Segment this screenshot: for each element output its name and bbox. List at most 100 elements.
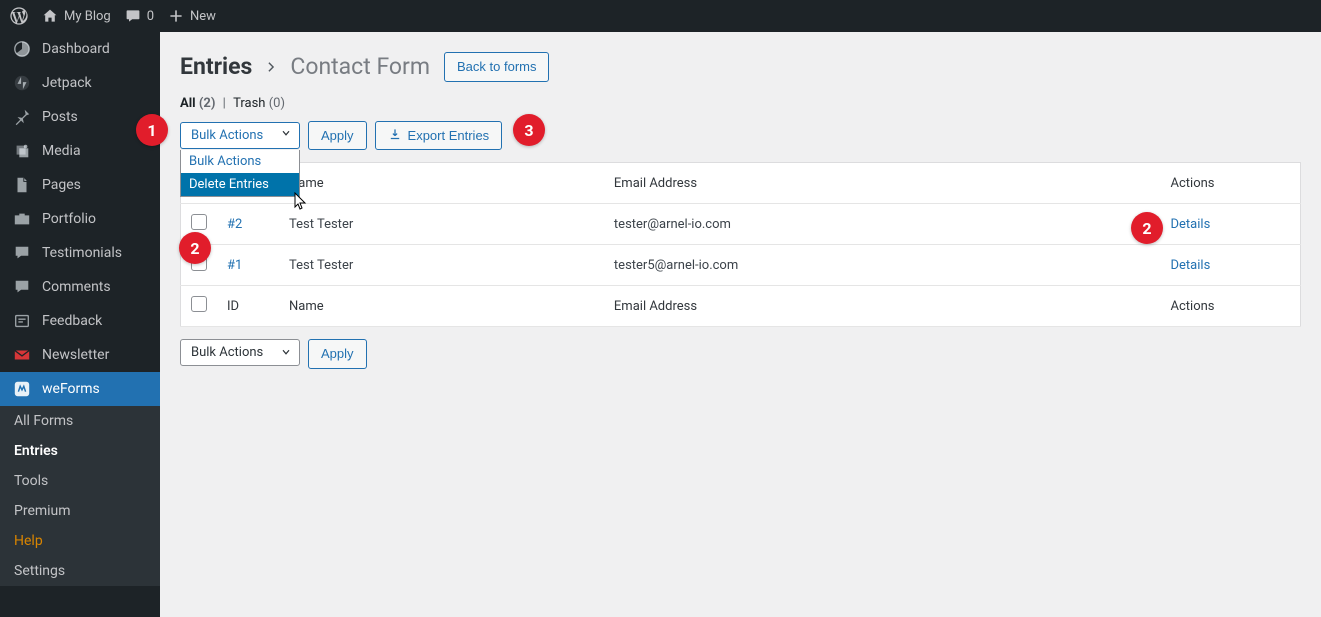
col-email-footer: Email Address	[604, 286, 1161, 327]
sidebar-item-label: Feedback	[42, 313, 102, 329]
portfolio-icon	[12, 210, 32, 228]
comments-count: 0	[147, 9, 154, 24]
export-entries-button[interactable]: Export Entries	[375, 121, 503, 151]
back-to-forms-button[interactable]: Back to forms	[444, 52, 549, 82]
wordpress-icon	[10, 7, 28, 25]
sidebar-item-label: Pages	[42, 177, 81, 193]
sidebar-item-label: Posts	[42, 109, 78, 125]
page-title: Entries Contact Form	[180, 53, 430, 80]
col-name-footer: Name	[279, 286, 604, 327]
dashboard-icon	[12, 40, 32, 58]
home-icon	[42, 8, 58, 24]
filter-all-count: (2)	[199, 96, 216, 111]
submenu-entries[interactable]: Entries	[0, 436, 160, 466]
sidebar-item-feedback[interactable]: Feedback	[0, 304, 160, 338]
site-name: My Blog	[64, 9, 111, 24]
download-icon	[388, 128, 402, 142]
feedback-icon	[12, 312, 32, 330]
newsletter-icon	[12, 346, 32, 364]
bulk-action-value: Bulk Actions	[191, 128, 263, 143]
apply-button-bottom[interactable]: Apply	[308, 339, 367, 369]
sidebar-item-comments[interactable]: Comments	[0, 270, 160, 304]
admin-topbar: My Blog 0 New	[0, 0, 1321, 32]
media-icon	[12, 142, 32, 160]
sidebar-item-label: Jetpack	[42, 75, 92, 91]
table-row: #1 Test Tester tester5@arnel-io.com Deta…	[181, 245, 1301, 286]
filter-trash[interactable]: Trash (0)	[233, 96, 285, 111]
bulk-action-dropdown: Bulk Actions Delete Entries	[180, 150, 300, 197]
chevron-right-icon	[264, 53, 278, 80]
entry-email: tester@arnel-io.com	[604, 204, 1161, 245]
page-icon	[12, 176, 32, 194]
col-id-footer: ID	[217, 286, 279, 327]
admin-sidebar: Dashboard Jetpack Posts Media Pages Port…	[0, 32, 160, 617]
sidebar-item-media[interactable]: Media	[0, 134, 160, 168]
entry-name: Test Tester	[279, 245, 604, 286]
sidebar-item-weforms[interactable]: weForms	[0, 372, 160, 406]
sidebar-item-label: Comments	[42, 279, 111, 295]
col-actions-footer: Actions	[1161, 286, 1301, 327]
submenu-premium[interactable]: Premium	[0, 496, 160, 526]
entry-id-link[interactable]: #2	[227, 217, 242, 232]
details-link[interactable]: Details	[1171, 258, 1211, 273]
submenu-settings[interactable]: Settings	[0, 556, 160, 586]
submenu-help[interactable]: Help	[0, 526, 160, 556]
sidebar-item-testimonials[interactable]: Testimonials	[0, 236, 160, 270]
sidebar-item-jetpack[interactable]: Jetpack	[0, 66, 160, 100]
col-email[interactable]: Email Address	[604, 163, 1161, 204]
select-all-checkbox-footer[interactable]	[191, 296, 207, 312]
weforms-icon	[12, 380, 32, 398]
breadcrumb-entries: Entries	[180, 53, 252, 80]
sidebar-item-label: Portfolio	[42, 211, 96, 227]
row-checkbox[interactable]	[191, 214, 207, 230]
top-actions: Bulk Actions Bulk Actions Delete Entries…	[180, 121, 1301, 151]
jetpack-icon	[12, 74, 32, 92]
annotation-marker-2b: 2	[1131, 212, 1163, 244]
annotation-marker-3: 3	[513, 114, 545, 146]
new-link[interactable]: New	[168, 8, 216, 24]
back-label: Back to forms	[457, 57, 536, 77]
submenu-tools[interactable]: Tools	[0, 466, 160, 496]
sidebar-item-dashboard[interactable]: Dashboard	[0, 32, 160, 66]
bulk-action-select-wrap: Bulk Actions Bulk Actions Delete Entries	[180, 122, 300, 149]
bulk-option-bulk[interactable]: Bulk Actions	[181, 150, 299, 173]
sidebar-item-portfolio[interactable]: Portfolio	[0, 202, 160, 236]
filter-links: All (2) | Trash (0)	[180, 96, 1301, 111]
entry-email: tester5@arnel-io.com	[604, 245, 1161, 286]
breadcrumb-form-name: Contact Form	[290, 53, 430, 80]
cursor-icon	[294, 192, 308, 214]
entry-name: Test Tester	[279, 204, 604, 245]
col-name[interactable]: Name	[279, 163, 604, 204]
wp-logo[interactable]	[10, 7, 28, 25]
sidebar-item-label: weForms	[42, 381, 100, 397]
apply-button[interactable]: Apply	[308, 121, 367, 151]
bulk-action-select-bottom[interactable]: Bulk Actions	[180, 339, 300, 366]
bulk-action-select-bottom-wrap: Bulk Actions	[180, 339, 300, 369]
sidebar-item-label: Dashboard	[42, 41, 110, 57]
filter-trash-count: (0)	[269, 96, 285, 111]
comment-icon	[125, 8, 141, 24]
entries-table: ID Name Email Address Actions #2 Test Te…	[180, 162, 1301, 327]
filter-all-label: All	[180, 96, 196, 111]
details-link[interactable]: Details	[1171, 217, 1211, 232]
bottom-actions: Bulk Actions Apply	[180, 339, 1301, 369]
bulk-option-delete[interactable]: Delete Entries	[181, 173, 299, 196]
site-link[interactable]: My Blog	[42, 8, 111, 24]
col-actions: Actions	[1161, 163, 1301, 204]
new-label: New	[190, 9, 216, 24]
annotation-marker-2a: 2	[179, 232, 211, 264]
annotation-marker-1: 1	[136, 114, 168, 146]
sidebar-item-newsletter[interactable]: Newsletter	[0, 338, 160, 372]
bulk-action-select[interactable]: Bulk Actions	[180, 122, 300, 149]
sidebar-item-pages[interactable]: Pages	[0, 168, 160, 202]
filter-trash-label: Trash	[233, 96, 265, 111]
pin-icon	[12, 108, 32, 126]
weforms-submenu: All Forms Entries Tools Premium Help Set…	[0, 406, 160, 586]
filter-all[interactable]: All (2)	[180, 96, 219, 111]
entry-id-link[interactable]: #1	[227, 258, 242, 273]
page-header: Entries Contact Form Back to forms	[180, 52, 1301, 82]
comments-icon	[12, 278, 32, 296]
sidebar-item-label: Media	[42, 143, 81, 159]
submenu-all-forms[interactable]: All Forms	[0, 406, 160, 436]
comments-link[interactable]: 0	[125, 8, 154, 24]
